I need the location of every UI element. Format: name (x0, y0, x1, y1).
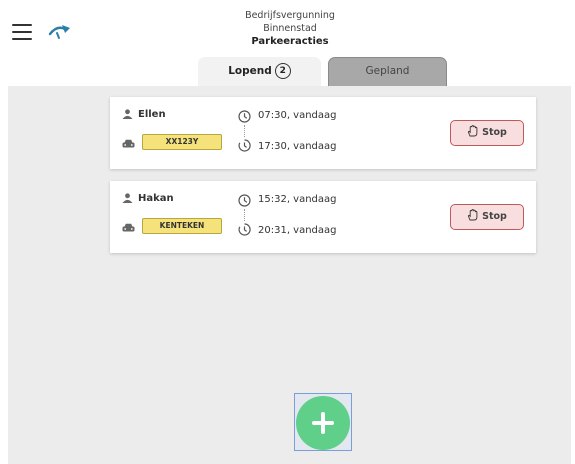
timer-icon (238, 139, 251, 152)
add-session-button[interactable] (296, 396, 350, 450)
page-title-block: Bedrijfsvergunning Binnenstad Parkeeract… (210, 9, 370, 48)
start-time: 07:30, vandaag (258, 110, 337, 121)
hand-icon (468, 125, 478, 137)
clock-icon (238, 110, 251, 123)
time-connector (244, 125, 245, 137)
count-badge: 2 (274, 63, 291, 79)
title-line-2: Binnenstad (263, 23, 317, 34)
plus-icon (312, 412, 334, 434)
app-logo-icon (48, 25, 70, 39)
person-icon (122, 193, 133, 203)
car-icon (122, 139, 135, 148)
tab-lopend[interactable]: Lopend 2 (198, 57, 321, 86)
content-area: Ellen XX123Y 07:30, vandaag 17:30, vanda… (8, 86, 571, 464)
page-subtitle: Parkeeracties (251, 36, 329, 47)
person-icon (122, 109, 133, 119)
stop-button-label: Stop (482, 127, 507, 138)
session-user: Hakan (122, 193, 174, 204)
hand-icon (468, 209, 478, 221)
stop-button-label: Stop (482, 211, 507, 222)
session-card: Hakan KENTEKEN 15:32, vandaag 20:31, van… (110, 181, 536, 253)
start-time: 15:32, vandaag (258, 194, 337, 205)
car-icon (122, 223, 135, 232)
app-header: Bedrijfsvergunning Binnenstad Parkeeract… (0, 0, 575, 86)
time-connector (244, 209, 245, 221)
stop-button[interactable]: Stop (450, 120, 524, 146)
tab-gepland-label: Gepland (365, 65, 410, 77)
clock-icon (238, 194, 251, 207)
end-time: 17:30, vandaag (258, 141, 337, 152)
session-card: Ellen XX123Y 07:30, vandaag 17:30, vanda… (110, 97, 536, 169)
license-plate[interactable]: KENTEKEN (142, 218, 222, 234)
timer-icon (238, 223, 251, 236)
session-user: Ellen (122, 109, 166, 120)
session-user-name: Hakan (138, 193, 174, 204)
stop-button[interactable]: Stop (450, 204, 524, 230)
session-user-name: Ellen (138, 109, 166, 120)
title-line-1: Bedrijfsvergunning (245, 10, 335, 21)
hamburger-menu-icon[interactable] (12, 24, 32, 40)
license-plate[interactable]: XX123Y (142, 134, 222, 150)
tab-gepland[interactable]: Gepland (328, 57, 447, 86)
tab-lopend-label: Lopend (228, 65, 272, 77)
end-time: 20:31, vandaag (258, 225, 337, 236)
